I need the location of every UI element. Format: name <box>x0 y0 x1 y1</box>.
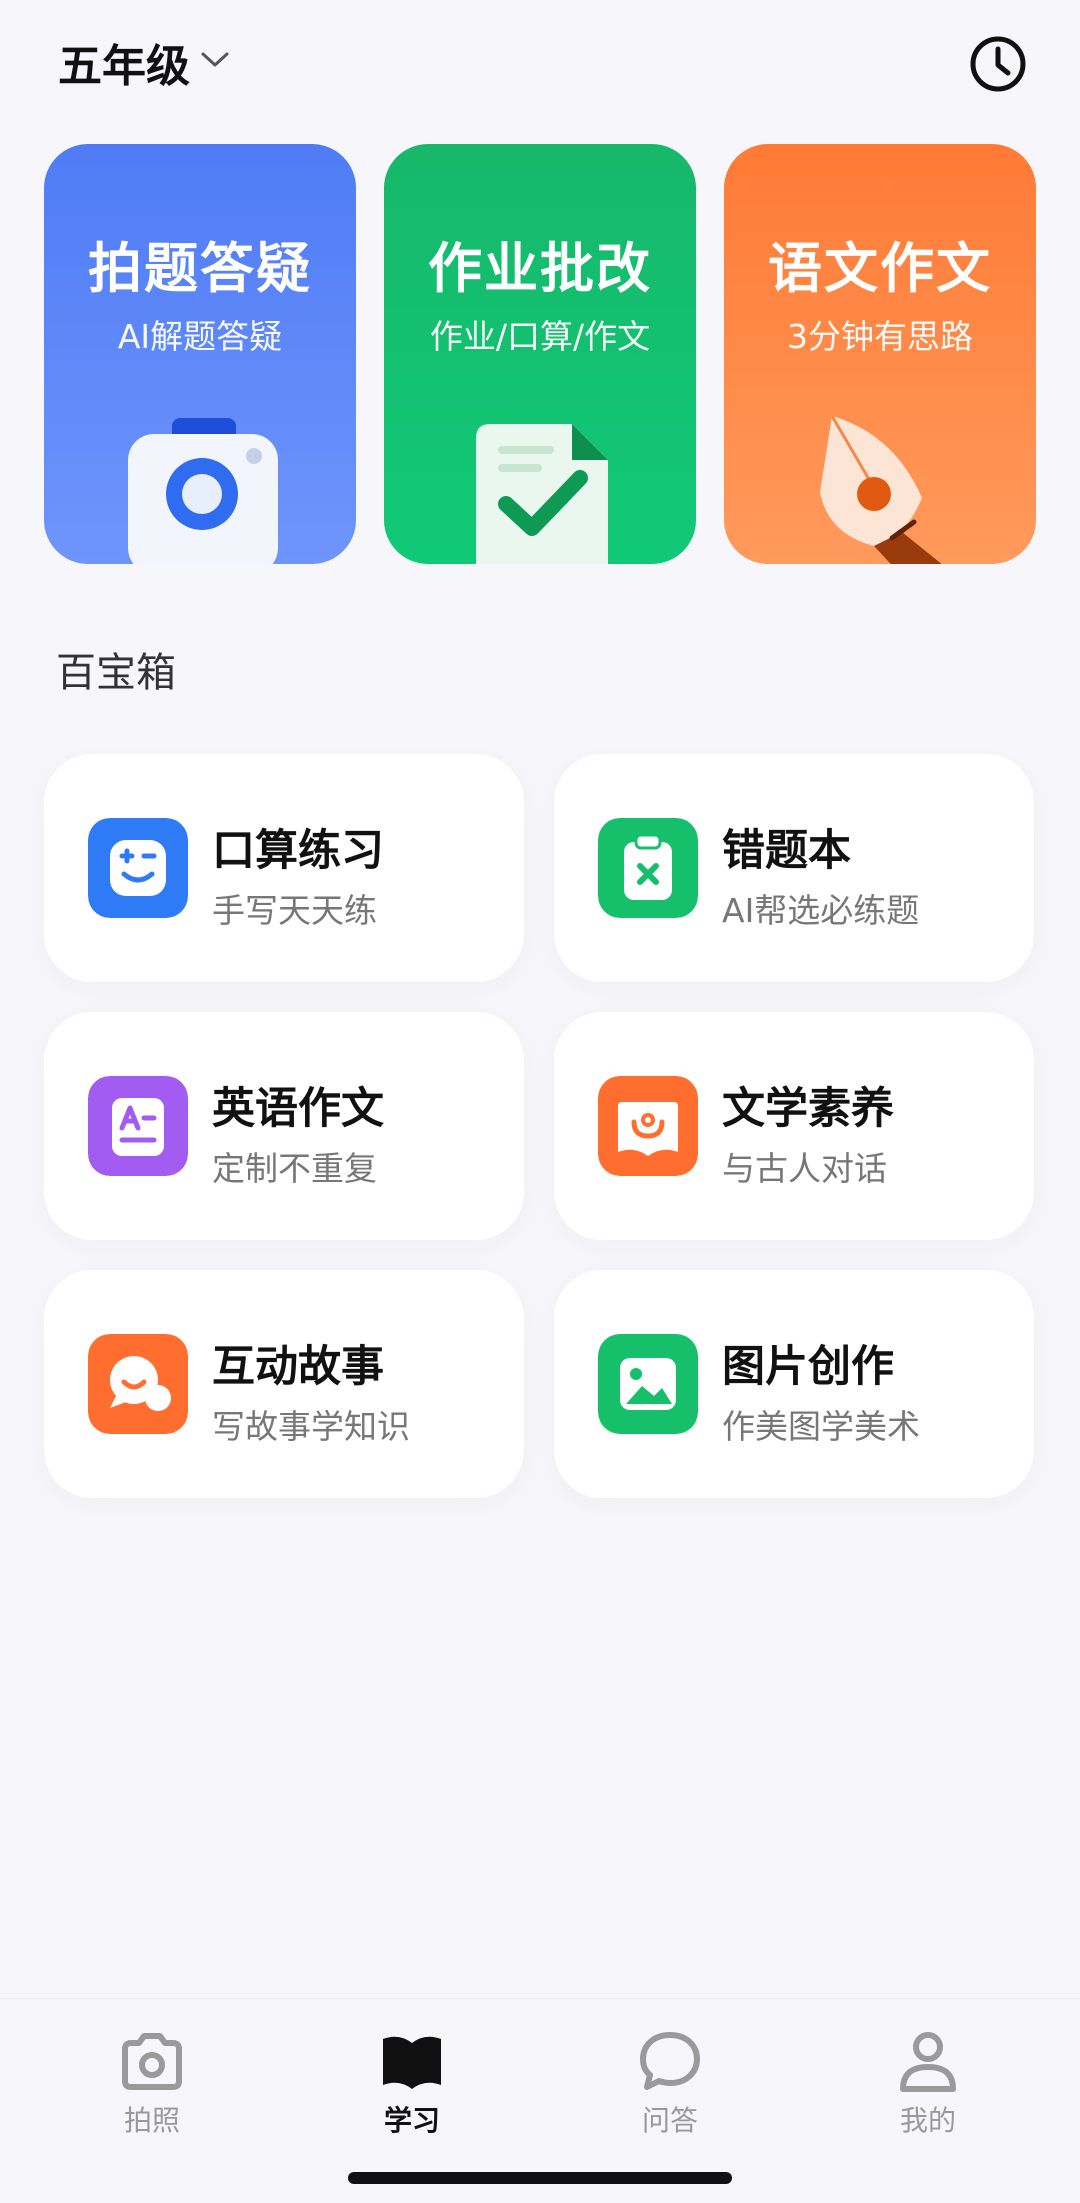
feature-title: 语文作文 <box>768 236 992 300</box>
feature-subtitle: 3分钟有思路 <box>787 317 973 356</box>
tool-title: 口算练习 <box>212 826 384 876</box>
tab-qa[interactable]: 问答 <box>590 2029 750 2149</box>
tool-subtitle: 写故事学知识 <box>212 1407 410 1446</box>
grade-label: 五年级 <box>58 41 190 92</box>
tool-subtitle: 手写天天练 <box>212 891 377 930</box>
tool-title: 错题本 <box>722 826 851 876</box>
document-check-icon <box>476 424 608 564</box>
tool-card-mental-math[interactable]: 口算练习 手写天天练 <box>44 754 524 982</box>
tool-subtitle: 定制不重复 <box>212 1149 377 1188</box>
letter-a-icon <box>88 1076 188 1176</box>
feature-card-homework-check[interactable]: 作业批改 作业/口算/作文 <box>384 144 696 564</box>
open-book-icon <box>598 1076 698 1176</box>
feature-card-photo-question[interactable]: 拍题答疑 AI解题答疑 <box>44 144 356 564</box>
chevron-down-icon <box>200 50 230 74</box>
feature-title: 拍题答疑 <box>88 236 312 300</box>
math-face-icon <box>88 818 188 918</box>
pen-nib-icon <box>820 415 942 564</box>
book-tab-icon <box>383 2036 441 2089</box>
tool-subtitle: AI帮选必练题 <box>722 891 920 930</box>
tool-card-wrong-questions[interactable]: 错题本 AI帮选必练题 <box>554 754 1034 982</box>
tool-title: 图片创作 <box>722 1342 894 1392</box>
tool-card-english-essay[interactable]: 英语作文 定制不重复 <box>44 1012 524 1240</box>
tool-card-image-creation[interactable]: 图片创作 作美图学美术 <box>554 1270 1034 1498</box>
tab-label: 学习 <box>383 2104 440 2137</box>
tool-card-interactive-story[interactable]: 互动故事 写故事学知识 <box>44 1270 524 1498</box>
header: 五年级 <box>0 0 1080 130</box>
feature-subtitle: 作业/口算/作文 <box>429 317 651 356</box>
tool-title: 英语作文 <box>212 1084 384 1134</box>
grade-selector[interactable]: 五年级 <box>58 30 230 94</box>
home-indicator[interactable] <box>348 2172 732 2184</box>
chat-tab-icon <box>640 2032 700 2090</box>
tab-label: 拍照 <box>123 2104 180 2137</box>
tab-study[interactable]: 学习 <box>332 2029 492 2149</box>
tool-subtitle: 作美图学美术 <box>722 1407 920 1446</box>
clipboard-x-icon <box>598 818 698 918</box>
tab-camera[interactable]: 拍照 <box>72 2029 232 2149</box>
tab-label: 问答 <box>641 2104 698 2137</box>
tool-title: 互动故事 <box>212 1342 384 1392</box>
feature-card-chinese-essay[interactable]: 语文作文 3分钟有思路 <box>724 144 1036 564</box>
camera-tab-icon <box>122 2033 182 2090</box>
tool-card-literature[interactable]: 文学素养 与古人对话 <box>554 1012 1034 1240</box>
toolbox-title: 百宝箱 <box>56 650 176 696</box>
tab-label: 我的 <box>899 2104 956 2137</box>
image-icon <box>598 1334 698 1434</box>
feature-title: 作业批改 <box>428 236 652 300</box>
tab-profile[interactable]: 我的 <box>848 2029 1008 2149</box>
camera-icon <box>128 418 278 564</box>
chat-bubbles-icon <box>88 1334 188 1434</box>
tool-title: 文学素养 <box>722 1084 894 1134</box>
user-tab-icon <box>900 2032 956 2092</box>
tool-subtitle: 与古人对话 <box>722 1149 887 1188</box>
feature-subtitle: AI解题答疑 <box>117 317 283 356</box>
clock-icon[interactable] <box>968 34 1028 94</box>
